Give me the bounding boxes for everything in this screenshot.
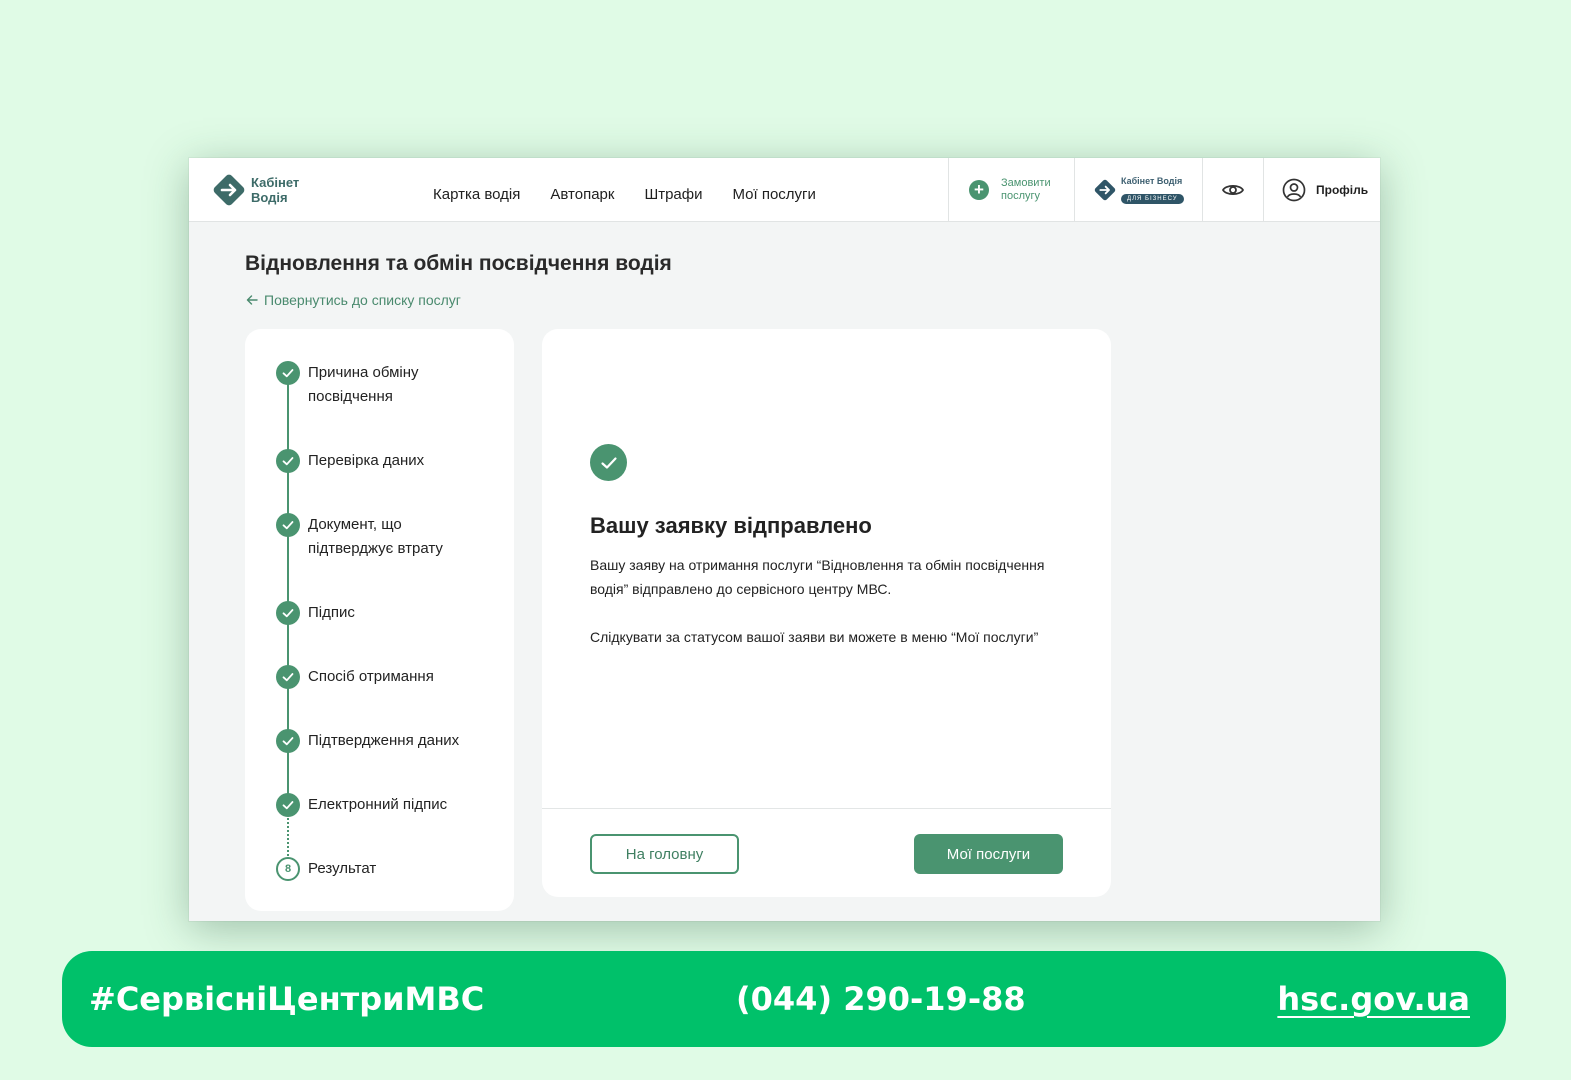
- logo-text: Кабінет Водія: [251, 175, 299, 205]
- step-item: Підпис: [276, 601, 478, 625]
- nav-fines[interactable]: Штрафи: [644, 186, 702, 203]
- step-item: Електронний підпис: [276, 793, 478, 817]
- arrow-left-icon: [246, 295, 258, 305]
- logo-text-line1: Кабінет: [251, 175, 300, 190]
- user-icon: [1282, 178, 1306, 202]
- check-icon: [276, 601, 300, 625]
- step-item: Підтвердження даних: [276, 729, 478, 753]
- banner-phone: (044) 290-19-88: [736, 980, 1026, 1018]
- result-text: Вашу заяву на отримання послуги “Відновл…: [590, 557, 1045, 597]
- promo-banner: #СервісніЦентриМВС (044) 290-19-88 hsc.g…: [62, 951, 1506, 1047]
- order-label-line2: послугу: [1001, 190, 1041, 202]
- step-label: Результат: [308, 860, 377, 877]
- check-icon: [276, 513, 300, 537]
- order-label-line1: Замовити: [1001, 177, 1051, 189]
- order-service-button[interactable]: + Замовити послугу: [948, 158, 1074, 222]
- business-cabinet-title: Кабінет Водія: [1121, 175, 1183, 186]
- logo-arrow-icon: [213, 174, 245, 206]
- step-item-current: 8 Результат: [276, 857, 478, 881]
- step-label: Спосіб отримання: [308, 668, 434, 685]
- main-nav: Картка водія Автопарк Штрафи Мої послуги: [433, 186, 816, 203]
- step-item: Спосіб отримання: [276, 665, 478, 689]
- card-divider: [542, 808, 1111, 809]
- my-services-button[interactable]: Мої послуги: [914, 834, 1063, 874]
- banner-url[interactable]: hsc.gov.ua: [1277, 980, 1470, 1018]
- step-label: Підпис: [308, 604, 355, 621]
- order-service-label: Замовити послугу: [1001, 177, 1051, 203]
- step-item: Документ, що підтверджує втрату: [276, 513, 478, 561]
- step-item: Причина обміну посвідчення: [276, 361, 478, 409]
- business-cabinet-text: Кабінет Водія ДЛЯ БІЗНЕСУ: [1121, 176, 1184, 205]
- profile-label: Профіль: [1316, 183, 1369, 197]
- nav-fleet[interactable]: Автопарк: [550, 186, 614, 203]
- profile-button[interactable]: Профіль: [1263, 158, 1380, 222]
- business-badge: ДЛЯ БІЗНЕСУ: [1121, 193, 1184, 204]
- step-item: Перевірка даних: [276, 449, 478, 473]
- stepper-card: Причина обміну посвідчення Перевірка дан…: [245, 329, 514, 911]
- result-card: Вашу заявку відправлено Вашу заяву на от…: [542, 329, 1111, 897]
- check-icon: [276, 729, 300, 753]
- logo[interactable]: Кабінет Водія: [211, 172, 299, 208]
- logo-text-line2: Водія: [251, 190, 288, 205]
- accessibility-button[interactable]: [1202, 158, 1263, 222]
- business-cabinet-link[interactable]: Кабінет Водія ДЛЯ БІЗНЕСУ: [1074, 158, 1202, 222]
- plus-icon: +: [969, 180, 989, 200]
- result-title: Вашу заявку відправлено: [590, 513, 872, 538]
- check-icon: [276, 449, 300, 473]
- business-logo-icon: [1094, 179, 1116, 201]
- app-window: Кабінет Водія Картка водія Автопарк Штра…: [189, 158, 1380, 921]
- step-label: Електронний підпис: [308, 796, 448, 813]
- page-title: Відновлення та обмін посвідчення водія: [245, 252, 672, 275]
- back-link-label: Повернутись до списку послуг: [264, 292, 461, 308]
- step-label: Перевірка даних: [308, 452, 425, 469]
- step-label: Документ, що підтверджує втрату: [308, 516, 443, 557]
- check-icon: [276, 793, 300, 817]
- eye-icon: [1221, 184, 1245, 196]
- nav-my-services[interactable]: Мої послуги: [732, 186, 815, 203]
- check-icon: [276, 665, 300, 689]
- check-icon: [276, 361, 300, 385]
- step-number-badge: 8: [276, 857, 300, 881]
- top-bar: Кабінет Водія Картка водія Автопарк Штра…: [189, 158, 1380, 222]
- back-to-services-link[interactable]: Повернутись до списку послуг: [246, 292, 461, 308]
- result-hint: Слідкувати за статусом вашої заяви ви мо…: [590, 629, 1039, 645]
- check-icon: [590, 444, 627, 481]
- nav-driver-card[interactable]: Картка водія: [433, 186, 520, 203]
- step-label: Підтвердження даних: [308, 732, 460, 749]
- step-label: Причина обміну посвідчення: [308, 364, 419, 405]
- home-button[interactable]: На головну: [590, 834, 739, 874]
- banner-hashtag: #СервісніЦентриМВС: [89, 980, 485, 1018]
